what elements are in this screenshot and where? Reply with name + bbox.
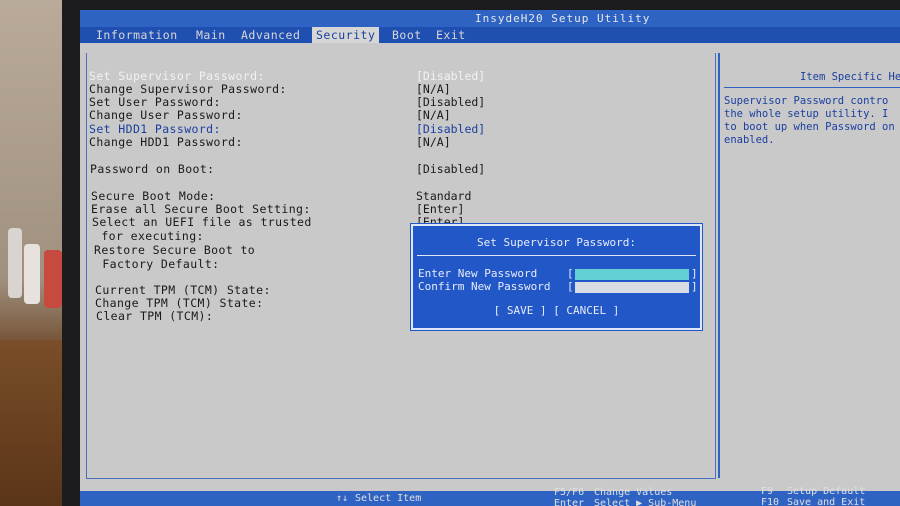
confirm-password-field[interactable] <box>575 282 689 293</box>
password-on-boot-value: [Disabled] <box>416 162 486 176</box>
change-user-password-label[interactable]: Change User Password: <box>89 108 243 122</box>
background-bottle <box>44 250 62 308</box>
f5f6-key: F5/F6 <box>554 487 585 498</box>
arrow-keys-icon: ↑↓ <box>336 493 349 504</box>
select-uefi-file-label[interactable]: Select an UEFI file as trusted <box>92 215 312 229</box>
select-uefi-file-label-cont: for executing: <box>94 229 204 243</box>
tab-exit[interactable]: Exit <box>436 28 466 42</box>
change-hdd1-password-value: [N/A] <box>416 135 451 149</box>
help-text: Supervisor Password contro the whole set… <box>724 95 895 146</box>
confirm-password-bracket-close: ] <box>691 280 698 293</box>
background-shelf <box>0 340 70 506</box>
secure-boot-mode-value: Standard <box>416 189 472 203</box>
setup-default-hint: Setup Default <box>787 486 866 497</box>
tab-information[interactable]: Information <box>96 28 178 42</box>
new-password-bracket-open: [ <box>567 267 574 280</box>
tab-security[interactable]: Security <box>312 27 380 43</box>
cancel-button[interactable]: [ CANCEL ] <box>553 304 619 317</box>
set-supervisor-password-dialog: Set Supervisor Password: Enter New Passw… <box>411 224 702 330</box>
restore-secure-boot-label[interactable]: Restore Secure Boot to <box>94 243 255 257</box>
title-bar: InsydeH20 Setup Utility <box>80 10 900 27</box>
status-bar: ↑↓ Select Item F5/F6 Change Values Enter… <box>80 486 900 506</box>
background-bottle <box>8 228 22 298</box>
change-supervisor-password-label[interactable]: Change Supervisor Password: <box>89 82 287 96</box>
dialog-buttons: [ SAVE ] [ CANCEL ] <box>413 304 700 317</box>
tab-main[interactable]: Main <box>196 28 226 42</box>
set-hdd1-password-label[interactable]: Set HDD1 Password: <box>89 122 221 136</box>
secure-boot-mode-label[interactable]: Secure Boot Mode: <box>91 189 216 203</box>
background-bottle <box>24 244 40 304</box>
erase-secure-boot-label[interactable]: Erase all Secure Boot Setting: <box>91 202 311 216</box>
current-tpm-state-label: Current TPM (TCM) State: <box>95 283 271 297</box>
help-pane: Item Specific He Supervisor Password con… <box>718 53 900 478</box>
password-on-boot-label[interactable]: Password on Boot: <box>90 162 215 176</box>
set-user-password-value: [Disabled] <box>416 95 486 109</box>
erase-secure-boot-value: [Enter] <box>416 202 465 216</box>
save-button[interactable]: [ SAVE ] <box>494 304 547 317</box>
enter-new-password-label: Enter New Password <box>418 267 538 280</box>
help-divider <box>724 87 900 88</box>
save-and-exit-hint: Save and Exit <box>787 497 866 506</box>
new-password-bracket-close: ] <box>691 267 698 280</box>
change-supervisor-password-value: [N/A] <box>416 82 451 96</box>
set-user-password-label[interactable]: Set User Password: <box>89 95 221 109</box>
set-hdd1-password-value: [Disabled] <box>416 122 486 136</box>
select-submenu-hint: Select ▶ Sub-Menu <box>594 498 697 506</box>
set-supervisor-password-value: [Disabled] <box>416 69 486 83</box>
window-title: InsydeH20 Setup Utility <box>475 12 651 25</box>
menu-bar: Information Main Advanced Security Boot … <box>80 27 900 43</box>
tab-advanced[interactable]: Advanced <box>241 28 300 42</box>
confirm-password-label: Confirm New Password <box>418 280 551 293</box>
change-hdd1-password-label[interactable]: Change HDD1 Password: <box>89 135 243 149</box>
restore-secure-boot-label-cont: Factory Default: <box>95 257 220 271</box>
tab-boot[interactable]: Boot <box>392 28 422 42</box>
help-title: Item Specific He <box>800 71 900 83</box>
change-user-password-value: [N/A] <box>416 108 451 122</box>
bios-screen: InsydeH20 Setup Utility Information Main… <box>80 10 900 506</box>
clear-tpm-label[interactable]: Clear TPM (TCM): <box>96 309 213 323</box>
confirm-password-bracket-open: [ <box>567 280 574 293</box>
enter-key: Enter <box>554 498 585 506</box>
change-tpm-state-label[interactable]: Change TPM (TCM) State: <box>95 296 263 310</box>
f10-key: F10 <box>761 497 780 506</box>
select-item-hint: Select Item <box>355 493 422 504</box>
dialog-divider <box>417 255 696 256</box>
dialog-title: Set Supervisor Password: <box>477 236 636 249</box>
new-password-field[interactable] <box>575 269 689 280</box>
change-values-hint: Change Values <box>594 487 673 498</box>
f9-key: F9 <box>761 486 774 497</box>
set-supervisor-password-label[interactable]: Set Supervisor Password: <box>89 69 265 83</box>
